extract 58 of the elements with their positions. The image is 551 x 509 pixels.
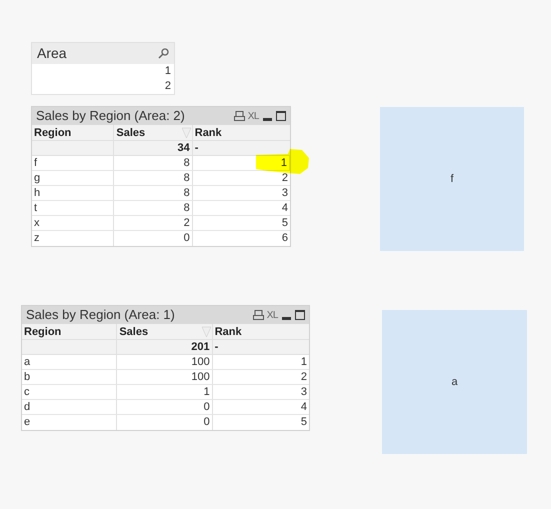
table-cell: b bbox=[24, 371, 30, 383]
table-cell: d bbox=[24, 401, 30, 413]
total-cell: - bbox=[214, 341, 218, 353]
table-cell: 5 bbox=[282, 217, 288, 229]
table-cell: e bbox=[24, 416, 30, 428]
table-cell: c bbox=[24, 386, 30, 398]
column-header[interactable]: Rank bbox=[212, 324, 310, 339]
table-cell: 8 bbox=[184, 202, 190, 214]
total-cell: 201 bbox=[191, 341, 210, 353]
column-header[interactable]: Sales bbox=[114, 125, 193, 140]
panel-title: Sales by Region (Area: 2) bbox=[36, 107, 186, 126]
table-cell: f bbox=[34, 157, 38, 169]
table-cell: z bbox=[34, 232, 40, 244]
table-cell: t bbox=[34, 202, 38, 214]
column-header[interactable]: Region bbox=[32, 125, 114, 140]
excel-export-button[interactable]: XL bbox=[266, 308, 278, 322]
total-cell: 34 bbox=[178, 142, 190, 154]
search-icon[interactable] bbox=[158, 48, 169, 59]
table-cell: 0 bbox=[184, 232, 190, 244]
total-cell: - bbox=[194, 142, 198, 154]
table-cell: g bbox=[34, 172, 40, 184]
table-cell: 1 bbox=[300, 356, 308, 368]
print-icon[interactable] bbox=[252, 310, 264, 320]
table-cell: 2 bbox=[300, 371, 308, 383]
table-cell: 4 bbox=[300, 401, 308, 413]
table-cell: 2 bbox=[282, 172, 288, 184]
column-header[interactable]: Rank bbox=[192, 125, 290, 140]
table-cell: 1 bbox=[280, 157, 287, 169]
table-cell: 6 bbox=[282, 232, 288, 244]
excel-export-button[interactable]: XL bbox=[248, 108, 259, 124]
table-cell: a bbox=[24, 356, 30, 368]
table-cell: 3 bbox=[282, 187, 288, 199]
maximize-icon[interactable] bbox=[276, 111, 286, 121]
text-box: a bbox=[382, 310, 527, 454]
table-cell: 4 bbox=[282, 202, 288, 214]
table-cell: h bbox=[34, 187, 40, 199]
table-cell: 5 bbox=[300, 416, 308, 428]
panel-title: Sales by Region (Area: 1) bbox=[26, 306, 176, 324]
text-box: f bbox=[380, 107, 524, 251]
list-item[interactable]: 1 bbox=[32, 64, 174, 79]
table-cell: 8 bbox=[184, 172, 190, 184]
column-header[interactable]: Region bbox=[22, 324, 118, 339]
highlight-mark bbox=[254, 149, 310, 175]
list-box-title: Area bbox=[37, 44, 68, 63]
column-header[interactable]: Sales bbox=[117, 324, 213, 339]
table-cell: 8 bbox=[184, 187, 190, 199]
list-item[interactable]: 2 bbox=[32, 79, 174, 94]
table-cell: 0 bbox=[204, 416, 210, 428]
table-cell: 3 bbox=[300, 386, 308, 398]
table-cell: 100 bbox=[191, 356, 210, 368]
table-cell: 1 bbox=[204, 386, 210, 398]
table-cell: 100 bbox=[191, 371, 210, 383]
table-cell: 8 bbox=[184, 157, 190, 169]
maximize-icon[interactable] bbox=[295, 310, 305, 320]
table-cell: 0 bbox=[204, 401, 210, 413]
table-cell: x bbox=[34, 217, 40, 229]
print-icon[interactable] bbox=[234, 111, 245, 121]
table-cell: 2 bbox=[184, 217, 190, 229]
